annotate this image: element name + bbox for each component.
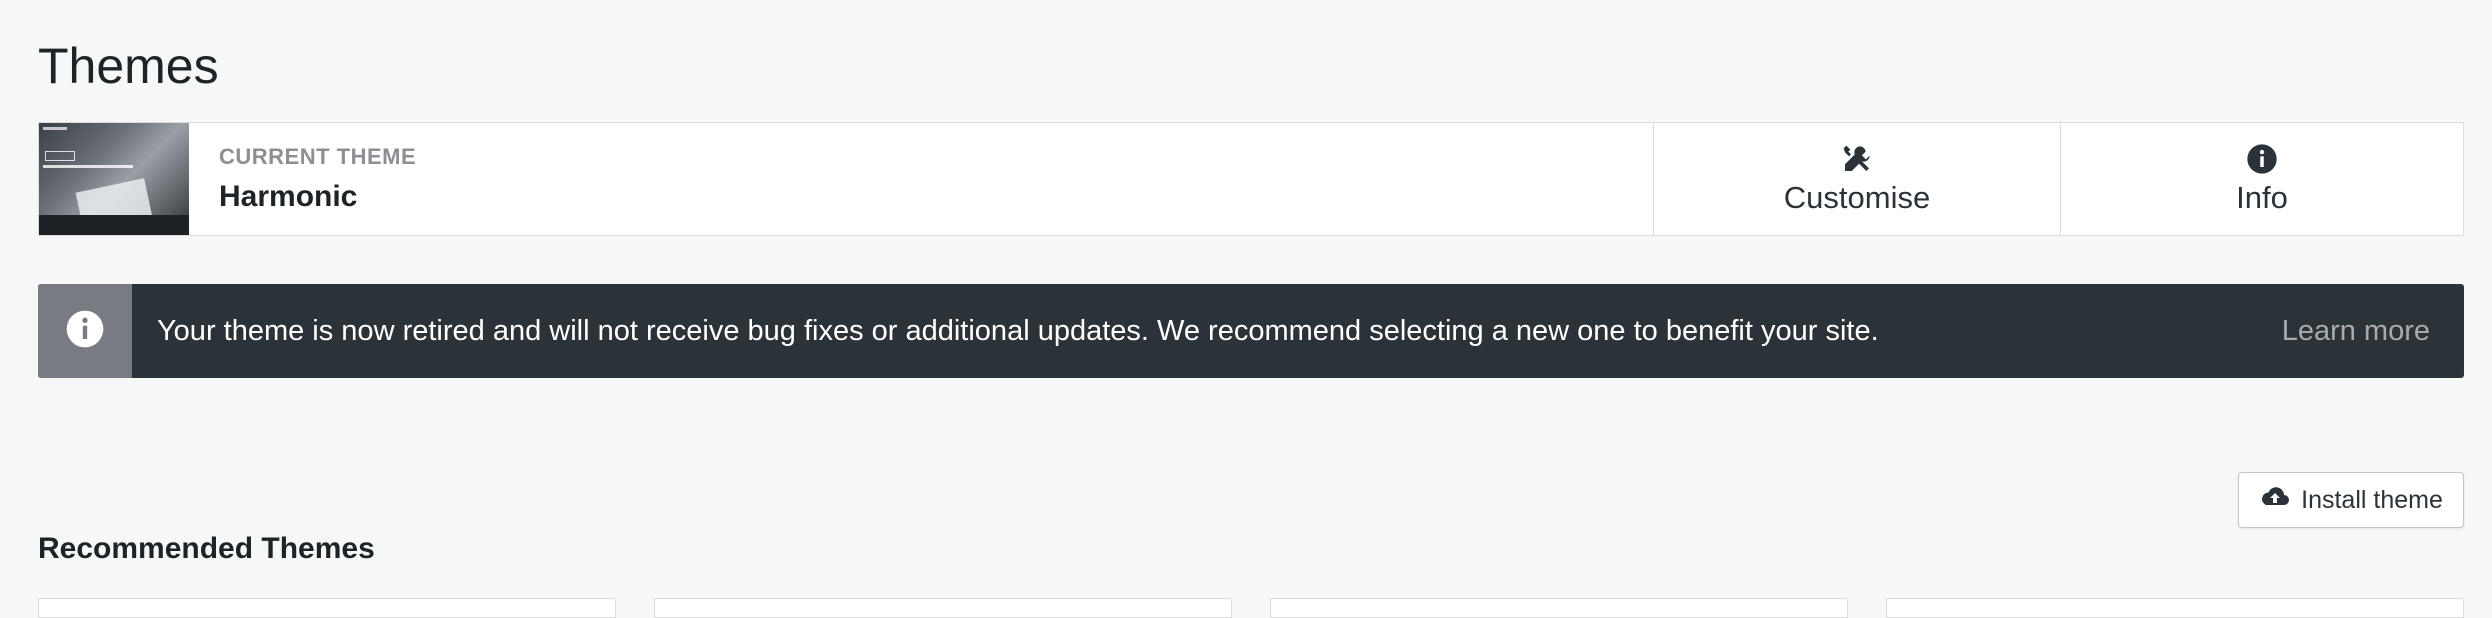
theme-card[interactable] [1270, 598, 1848, 618]
current-theme-card: CURRENT THEME Harmonic Customise Info [38, 122, 2464, 236]
customise-label: Customise [1783, 180, 1931, 215]
install-theme-label: Install theme [2301, 485, 2443, 514]
install-theme-button[interactable]: Install theme [2238, 472, 2464, 528]
notice-icon-box [38, 284, 132, 378]
theme-card[interactable] [38, 598, 616, 618]
current-theme-name: Harmonic [219, 180, 358, 213]
current-theme-info: CURRENT THEME Harmonic [189, 123, 1653, 235]
info-icon [65, 309, 105, 354]
tools-icon [1840, 142, 1874, 176]
customise-button[interactable]: Customise [1653, 123, 2060, 235]
info-label: Info [2236, 180, 2288, 215]
retired-theme-notice: Your theme is now retired and will not r… [38, 284, 2464, 378]
theme-card[interactable] [654, 598, 1232, 618]
theme-thumbnail[interactable] [39, 123, 189, 235]
recommended-themes-heading: Recommended Themes [38, 532, 375, 565]
info-button[interactable]: Info [2060, 123, 2463, 235]
theme-card[interactable] [1886, 598, 2464, 618]
info-icon [2245, 142, 2279, 176]
notice-message: Your theme is now retired and will not r… [157, 314, 1879, 347]
cloud-upload-icon [2259, 485, 2291, 516]
learn-more-link[interactable]: Learn more [2282, 315, 2464, 348]
current-theme-label: CURRENT THEME [219, 144, 417, 169]
page-title: Themes [38, 38, 219, 94]
